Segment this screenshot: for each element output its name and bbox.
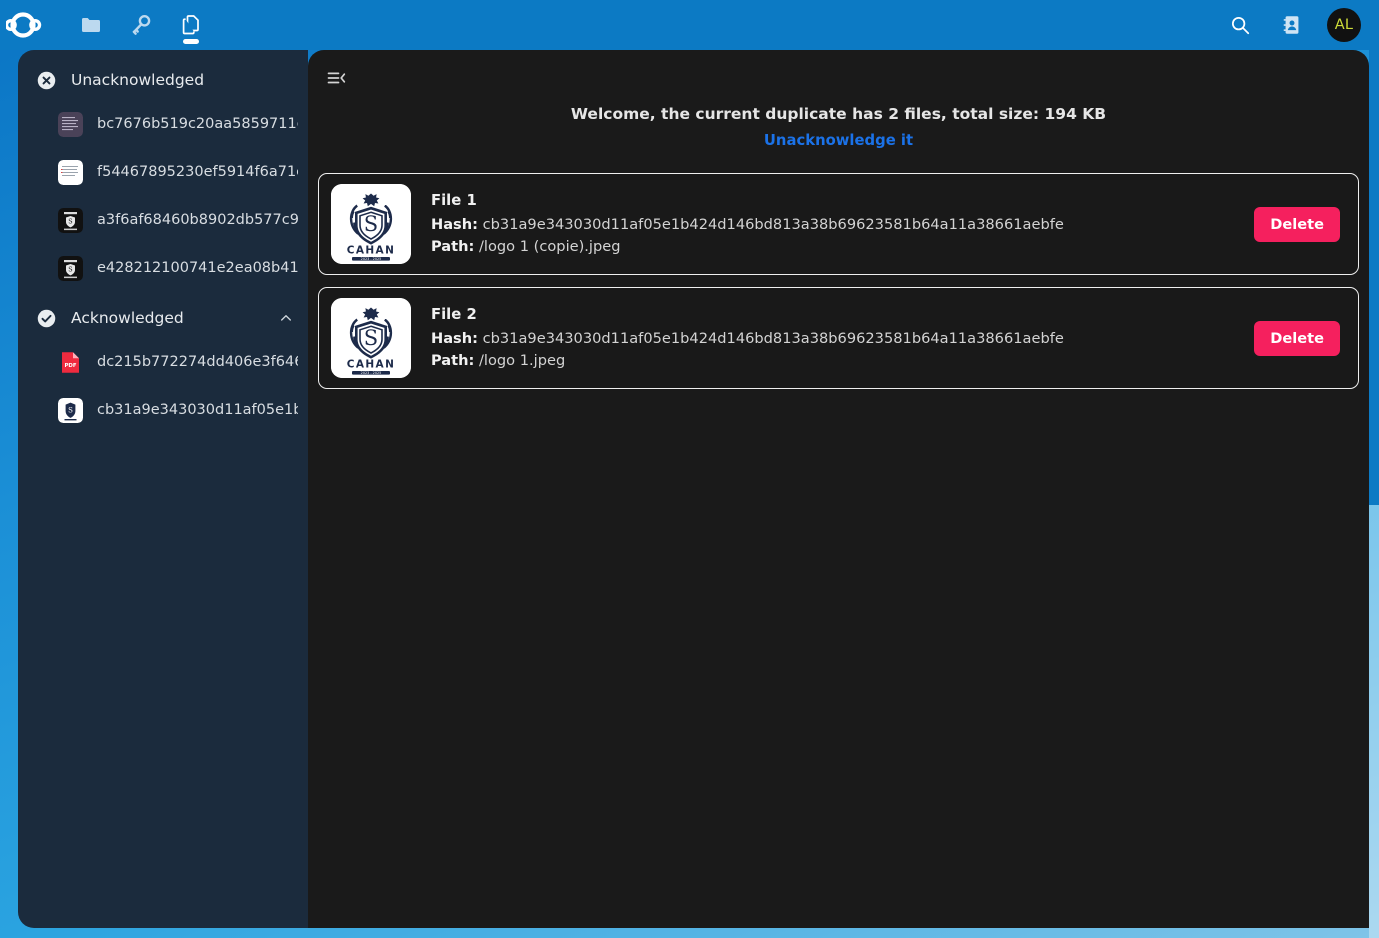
sidebar-file-name: a3f6af68460b8902db577c9f… [97, 212, 298, 228]
sidebar-file-item[interactable]: S cb31a9e343030d11af05e1b… [18, 386, 308, 434]
delete-button[interactable]: Delete [1254, 206, 1340, 242]
chevron-up-icon[interactable] [278, 310, 294, 326]
file-card-hash-row: Hash: cb31a9e343030d11af05e1b424d146bd81… [431, 214, 1254, 236]
sidebar-file-item[interactable]: PDF dc215b772274dd406e3f646… [18, 338, 308, 386]
file-card-info: File 2 Hash: cb31a9e343030d11af05e1b424d… [411, 304, 1254, 372]
duplicate-file-card: S CAHAN 2023 - 2025 File 2 Hash: cb31a9e… [318, 287, 1359, 389]
page-scrollbar[interactable] [1369, 50, 1379, 938]
cahan-crest-logo: S CAHAN 2023 - 2025 [331, 184, 411, 264]
contacts-icon [1283, 16, 1299, 34]
sidebar-file-name: f54467895230ef5914f6a71c… [97, 164, 298, 180]
sidebar: Unacknowledged bc7676b519c20aa5859711e… [18, 50, 308, 928]
search-button[interactable] [1223, 8, 1257, 42]
app-body: Unacknowledged bc7676b519c20aa5859711e… [0, 50, 1379, 938]
sidebar-file-item[interactable]: f54467895230ef5914f6a71c… [18, 148, 308, 196]
sidebar-section-label: Unacknowledged [71, 71, 205, 89]
duplicate-file-card: S CAHAN 2023 - 2025 File 1 Hash: cb31a9e… [318, 173, 1359, 275]
close-circle-icon [37, 71, 56, 89]
svg-text:S: S [68, 265, 72, 273]
sidebar-section-unacknowledged[interactable]: Unacknowledged [18, 60, 308, 100]
hash-label: Hash: [431, 216, 478, 233]
folder-icon [82, 18, 100, 32]
page-scrollbar-thumb[interactable] [1369, 50, 1379, 505]
hash-label: Hash: [431, 330, 478, 347]
app-navigation-left [0, 0, 216, 50]
path-value: /logo 1 (copie).jpeg [479, 238, 621, 255]
pdf-file-thumbnail: PDF [62, 351, 79, 373]
main-content: Welcome, the current duplicate has 2 fil… [308, 50, 1369, 928]
sidebar-file-name: cb31a9e343030d11af05e1b… [97, 402, 298, 418]
path-label: Path: [431, 352, 475, 369]
sidebar-file-item[interactable]: S e428212100741e2ea08b41e… [18, 244, 308, 292]
nextcloud-logo[interactable] [0, 0, 66, 50]
sidebar-file-name: bc7676b519c20aa5859711e… [97, 116, 298, 132]
app-header: AL [0, 0, 1379, 50]
nav-app-files[interactable] [66, 0, 116, 50]
svg-text:S: S [68, 217, 72, 225]
menu-collapse-icon [327, 72, 346, 84]
svg-text:S: S [364, 326, 378, 350]
nav-app-duplicates[interactable] [166, 0, 216, 50]
dark-crest-thumbnail: S [58, 255, 83, 281]
sidebar-file-item[interactable]: S a3f6af68460b8902db577c9f… [18, 196, 308, 244]
svg-text:S: S [364, 212, 378, 236]
path-value: /logo 1.jpeg [479, 352, 566, 369]
welcome-block: Welcome, the current duplicate has 2 fil… [308, 50, 1369, 149]
white-document-thumbnail [58, 159, 83, 185]
duplicate-files-icon [182, 15, 199, 35]
welcome-message: Welcome, the current duplicate has 2 fil… [570, 105, 1107, 123]
hash-value: cb31a9e343030d11af05e1b424d146bd813a38b6… [482, 216, 1064, 233]
svg-text:S: S [68, 406, 73, 414]
file-card-path-row: Path: /logo 1.jpeg [431, 350, 1254, 372]
file-card-title: File 2 [431, 306, 477, 323]
svg-text:PDF: PDF [64, 363, 76, 369]
delete-button[interactable]: Delete [1254, 320, 1340, 356]
file-card-info: File 1 Hash: cb31a9e343030d11af05e1b424d… [411, 190, 1254, 258]
hash-value: cb31a9e343030d11af05e1b424d146bd813a38b6… [482, 330, 1064, 347]
avatar[interactable]: AL [1327, 8, 1361, 42]
sidebar-file-item[interactable]: bc7676b519c20aa5859711e… [18, 100, 308, 148]
dark-crest-thumbnail: S [58, 207, 83, 233]
sidebar-section-acknowledged[interactable]: Acknowledged [18, 298, 308, 338]
white-crest-thumbnail: S [58, 397, 83, 423]
file-card-title: File 1 [431, 192, 477, 209]
dark-document-thumbnail [58, 111, 83, 137]
key-icon [132, 15, 151, 35]
nav-app-passwords[interactable] [116, 0, 166, 50]
sidebar-file-name: dc215b772274dd406e3f646… [97, 354, 298, 370]
cahan-crest-logo: S CAHAN 2023 - 2025 [331, 298, 411, 378]
duplicate-file-list: S CAHAN 2023 - 2025 File 1 Hash: cb31a9e… [308, 149, 1369, 389]
file-card-hash-row: Hash: cb31a9e343030d11af05e1b424d146bd81… [431, 328, 1254, 350]
sidebar-collapse-button[interactable] [322, 64, 350, 92]
svg-text:CAHAN: CAHAN [347, 245, 396, 257]
file-card-path-row: Path: /logo 1 (copie).jpeg [431, 236, 1254, 258]
check-circle-icon [37, 309, 56, 327]
svg-text:2023 - 2025: 2023 - 2025 [361, 257, 382, 261]
contacts-button[interactable] [1275, 8, 1309, 42]
nextcloud-logo-icon [6, 12, 42, 38]
app-navigation-right: AL [1223, 0, 1379, 50]
sidebar-file-name: e428212100741e2ea08b41e… [97, 260, 298, 276]
sidebar-section-label: Acknowledged [71, 309, 184, 327]
unacknowledge-link[interactable]: Unacknowledge it [764, 132, 913, 149]
path-label: Path: [431, 238, 475, 255]
search-icon [1231, 16, 1250, 35]
svg-text:2023 - 2025: 2023 - 2025 [361, 371, 382, 375]
svg-text:CAHAN: CAHAN [347, 359, 396, 371]
